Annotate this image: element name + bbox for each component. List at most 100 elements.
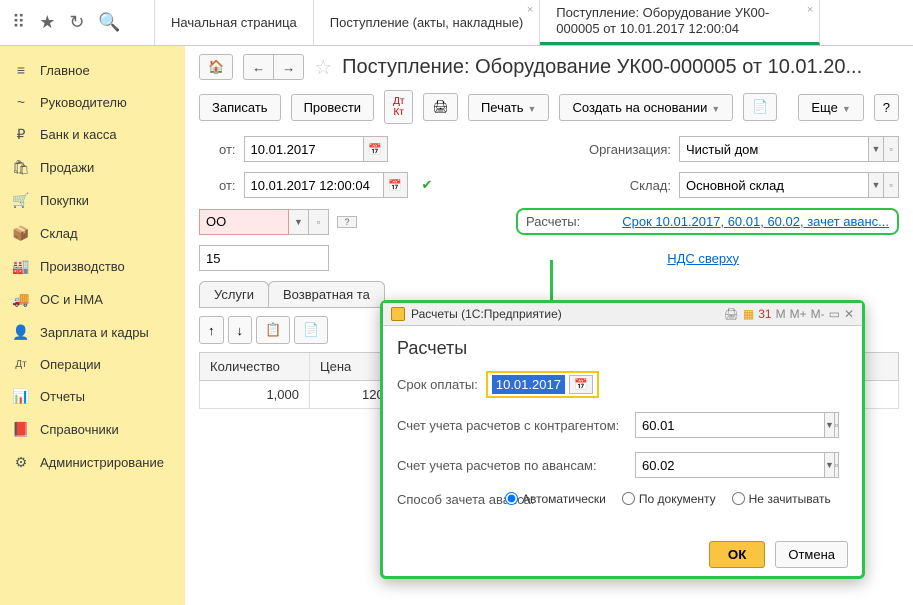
tool-restore-icon[interactable]: ▭	[829, 307, 840, 321]
home-button[interactable]: 🏠	[199, 54, 233, 80]
tool-mplus-button[interactable]: M+	[790, 307, 807, 321]
sidebar-item-label: Продажи	[40, 160, 94, 175]
apps-icon[interactable]: ⠿	[12, 12, 25, 33]
favorite-star-icon[interactable]: ☆	[314, 55, 332, 80]
radio-auto[interactable]: Автоматически	[505, 492, 606, 506]
sidebar-item-bank[interactable]: ₽Банк и касса	[0, 118, 185, 151]
tool-calendar-icon[interactable]: 31	[758, 307, 771, 321]
tab-receipt-doc[interactable]: Поступление: Оборудование УК00-000005 от…	[540, 0, 820, 45]
tab-home[interactable]: Начальная страница	[155, 0, 314, 45]
sidebar: ≡ Главное ~Руководителю ₽Банк и касса 🛍 Пр…	[0, 46, 185, 605]
dropdown-icon[interactable]: ▼	[289, 209, 309, 235]
back-button[interactable]: ←	[243, 54, 273, 80]
tab-returnable[interactable]: Возвратная та	[268, 281, 385, 308]
sidebar-item-label: Операции	[40, 357, 101, 372]
calc-label: Расчеты:	[526, 214, 580, 229]
close-icon[interactable]: ×	[807, 4, 813, 16]
sidebar-item-label: Главное	[40, 63, 90, 78]
warehouse-field[interactable]	[679, 172, 869, 198]
tab-services[interactable]: Услуги	[199, 281, 269, 308]
dropdown-icon[interactable]: ▼	[869, 136, 884, 162]
tool-calc-icon[interactable]: ▦	[743, 307, 754, 321]
sidebar-item-purchases[interactable]: 🛒Покупки	[0, 184, 185, 217]
forward-button[interactable]: →	[273, 54, 304, 80]
calc-link[interactable]: Срок 10.01.2017, 60.01, 60.02, зачет ава…	[622, 214, 889, 229]
dropdown-icon[interactable]: ▼	[825, 412, 835, 438]
dtkt-button[interactable]: ДтКт	[384, 90, 413, 124]
calendar-icon[interactable]: 📅	[364, 136, 388, 162]
adv-method-label: Способ зачета аванса:	[397, 492, 497, 507]
vat-link[interactable]: НДС сверху	[667, 251, 739, 266]
dropdown-icon[interactable]: ▼	[825, 452, 835, 478]
create-based-button[interactable]: Создать на основании▼	[559, 94, 733, 121]
chart-icon: ~	[12, 94, 30, 110]
sidebar-item-manager[interactable]: ~Руководителю	[0, 86, 185, 118]
post-button[interactable]: Провести	[291, 94, 375, 121]
help-button[interactable]: ?	[874, 94, 899, 121]
docnum-field[interactable]	[199, 245, 329, 271]
save-button[interactable]: Записать	[199, 94, 281, 121]
sidebar-item-operations[interactable]: ДтОперации	[0, 349, 185, 380]
datetime-field[interactable]	[244, 172, 384, 198]
calendar-icon[interactable]: 📅	[569, 375, 593, 394]
radio-bydoc[interactable]: По документу	[622, 492, 716, 506]
topbar-quick-icons: ⠿ ★ ↻ 🔍	[0, 0, 155, 45]
sidebar-item-hr[interactable]: 👤Зарплата и кадры	[0, 316, 185, 349]
bag-icon: 🛍	[12, 159, 30, 176]
report-icon: 📊	[12, 388, 30, 405]
open-icon[interactable]: ▫	[835, 412, 839, 438]
calendar-icon[interactable]: 📅	[384, 172, 408, 198]
print-icon-button[interactable]: 🖨	[423, 93, 458, 121]
help-small-icon[interactable]: ?	[337, 216, 357, 228]
attachments-button[interactable]: 📄	[743, 93, 777, 121]
org-field[interactable]	[679, 136, 869, 162]
sidebar-item-assets[interactable]: 🚚ОС и НМА	[0, 283, 185, 316]
close-icon[interactable]: ✕	[844, 307, 854, 321]
open-icon[interactable]: ▫	[309, 209, 329, 235]
sidebar-item-reports[interactable]: 📊Отчеты	[0, 380, 185, 413]
dropdown-icon[interactable]: ▼	[869, 172, 884, 198]
sidebar-item-admin[interactable]: ⚙Администрирование	[0, 446, 185, 479]
tool-print-icon[interactable]: 🖨	[724, 307, 739, 321]
row-copy-button[interactable]: 📋	[256, 316, 290, 344]
row-paste-button[interactable]: 📄	[294, 316, 328, 344]
acc-adv-field[interactable]	[635, 452, 825, 478]
ok-button[interactable]: ОК	[709, 541, 766, 568]
contractor-field[interactable]	[199, 209, 289, 235]
menu-icon: ≡	[12, 62, 30, 78]
tool-m-button[interactable]: M	[776, 307, 786, 321]
acc-contr-field[interactable]	[635, 412, 825, 438]
sidebar-item-sales[interactable]: 🛍 Продажи	[0, 151, 185, 184]
tool-mminus-button[interactable]: M-	[811, 307, 825, 321]
sidebar-item-references[interactable]: 📕Справочники	[0, 413, 185, 446]
sidebar-item-warehouse[interactable]: 📦Склад	[0, 217, 185, 250]
sidebar-item-main[interactable]: ≡ Главное	[0, 54, 185, 86]
row-up-button[interactable]: ↑	[199, 316, 224, 344]
sidebar-item-label: ОС и НМА	[40, 292, 103, 307]
star-icon[interactable]: ★	[39, 12, 55, 33]
history-icon[interactable]: ↻	[69, 12, 84, 33]
date-field[interactable]	[244, 136, 364, 162]
dialog-titlebar[interactable]: Расчеты (1С:Предприятие) 🖨 ▦ 31 M M+ M- …	[383, 303, 862, 326]
sidebar-item-production[interactable]: 🏭Производство	[0, 250, 185, 283]
search-icon[interactable]: 🔍	[98, 12, 120, 33]
due-date-value[interactable]: 10.01.2017	[492, 375, 565, 394]
due-label: Срок оплаты:	[397, 377, 478, 392]
topbar: ⠿ ★ ↻ 🔍 Начальная страница Поступление (…	[0, 0, 913, 46]
more-button[interactable]: Еще▼	[798, 94, 863, 121]
print-menu-button[interactable]: Печать▼	[468, 94, 550, 121]
open-icon[interactable]: ▫	[835, 452, 839, 478]
row-down-button[interactable]: ↓	[228, 316, 253, 344]
due-date-highlight: 10.01.2017 📅	[486, 371, 599, 398]
person-icon: 👤	[12, 324, 30, 341]
sidebar-item-label: Производство	[40, 259, 125, 274]
tab-receipts-list[interactable]: Поступление (акты, накладные) ×	[314, 0, 540, 45]
open-icon[interactable]: ▫	[884, 172, 899, 198]
radio-none[interactable]: Не зачитывать	[732, 492, 831, 506]
cancel-button[interactable]: Отмена	[775, 541, 848, 568]
close-icon[interactable]: ×	[527, 4, 533, 16]
calc-dialog: Расчеты (1С:Предприятие) 🖨 ▦ 31 M M+ M- …	[380, 300, 865, 579]
dialog-heading: Расчеты	[397, 338, 848, 359]
page-title: Поступление: Оборудование УК00-000005 от…	[342, 56, 862, 79]
open-icon[interactable]: ▫	[884, 136, 899, 162]
